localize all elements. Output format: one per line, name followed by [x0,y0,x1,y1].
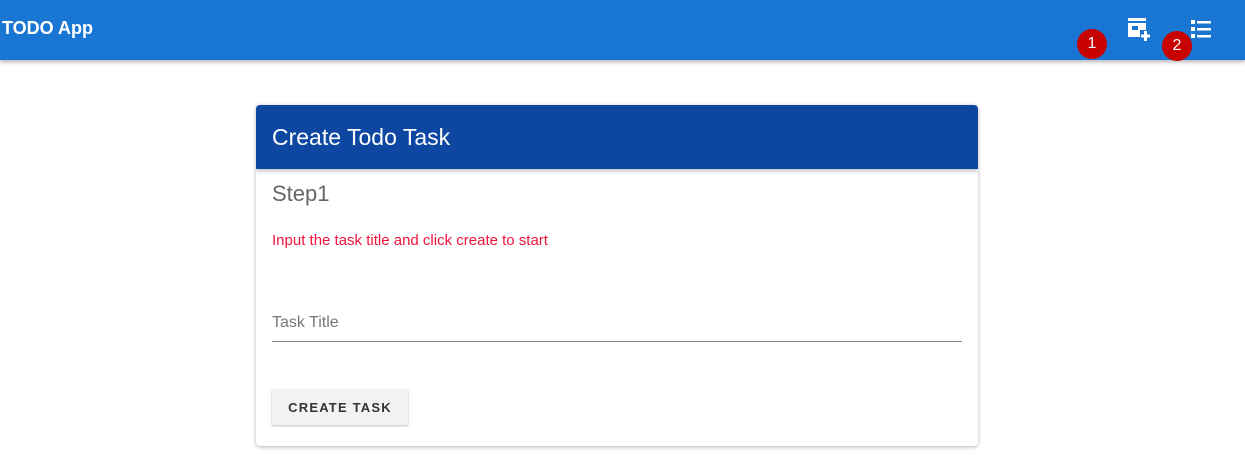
create-task-nav-button[interactable] [1126,16,1152,42]
step-label: Step1 [272,181,330,206]
add-task-icon [1128,18,1152,42]
hint-text: Input the task title and click create to… [272,232,548,249]
create-task-button[interactable]: CREATE TASK [272,389,408,425]
create-task-card: Create Todo Task Step1 Input the task ti… [256,105,978,446]
badge-1: 1 [1077,29,1107,59]
task-title-field [272,305,962,342]
task-title-input[interactable] [272,305,962,341]
card-title: Create Todo Task [256,105,978,169]
list-icon [1191,20,1211,38]
app-bar: TODO App 1 2 [0,0,1245,61]
task-list-nav-button[interactable] [1189,16,1215,42]
badge-2: 2 [1162,31,1192,61]
app-title: TODO App [2,18,93,38]
